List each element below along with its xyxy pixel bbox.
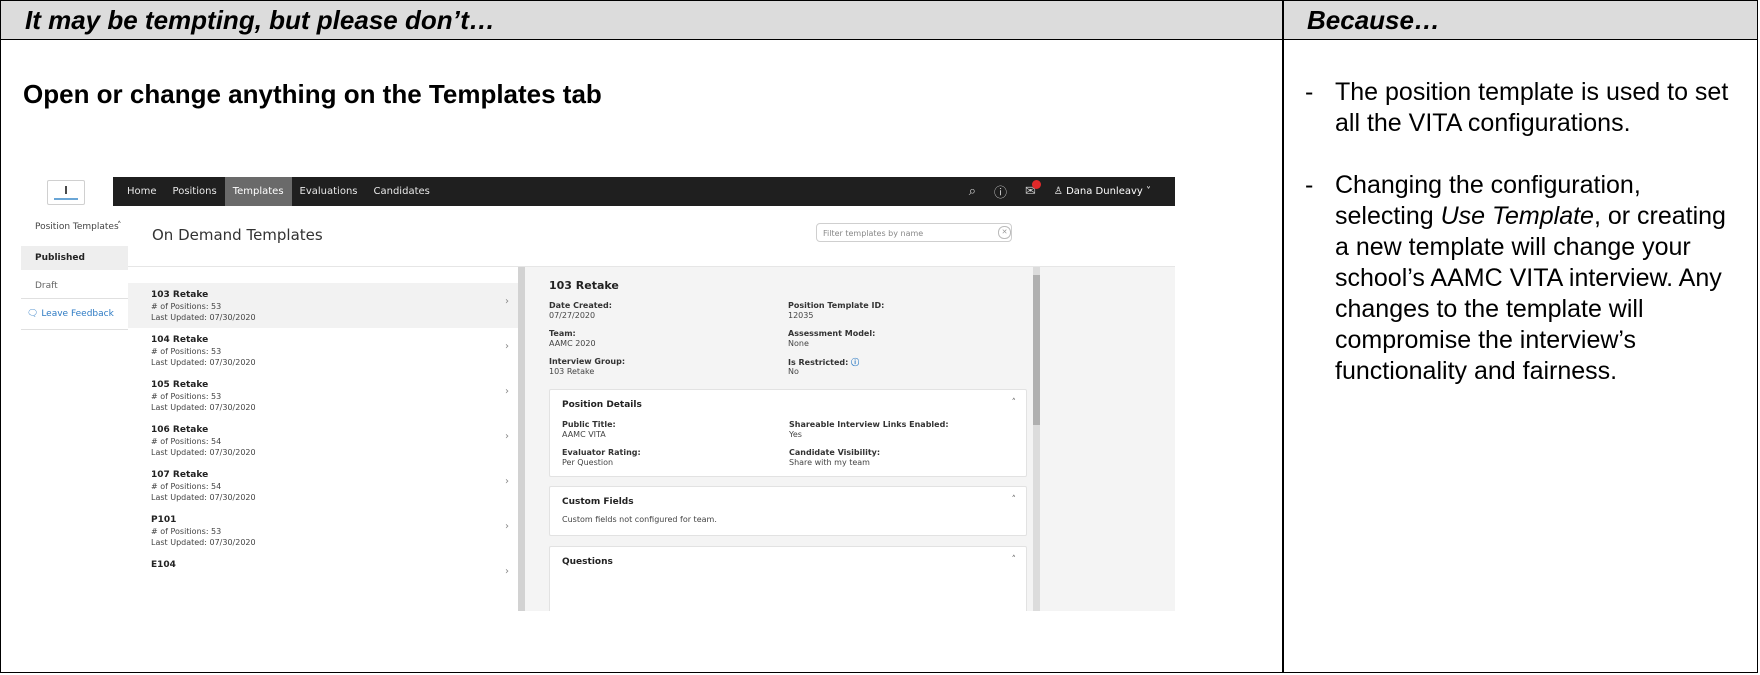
nav-positions[interactable]: Positions <box>165 177 225 206</box>
page-title: On Demand Templates <box>152 226 323 244</box>
detail-scrollbar[interactable] <box>1033 267 1040 611</box>
chevron-up-icon: ˄ <box>117 221 122 231</box>
questions-card: Questions ˄ <box>549 546 1027 611</box>
list-item[interactable]: P101 # of Positions: 53 Last Updated: 07… <box>128 508 518 553</box>
sidebar-item-draft[interactable]: Draft <box>35 281 58 291</box>
field-value: No <box>788 367 799 376</box>
because-text-em: Use Template <box>1440 202 1594 230</box>
field-label: Team: <box>549 329 576 338</box>
nav-candidates[interactable]: Candidates <box>366 177 438 206</box>
because-item: - The position template is used to set a… <box>1303 77 1743 139</box>
template-list: 103 Retake # of Positions: 53 Last Updat… <box>128 267 518 611</box>
field-label: Assessment Model: <box>788 329 876 338</box>
feedback-icon: 🗨 <box>27 309 39 319</box>
list-item[interactable]: 104 Retake # of Positions: 53 Last Updat… <box>128 328 518 373</box>
header-dont: It may be tempting, but please don’t… <box>25 5 495 35</box>
guidance-table: It may be tempting, but please don’t… Be… <box>0 0 1758 673</box>
column-divider <box>1282 1 1284 672</box>
chevron-right-icon: › <box>505 431 509 442</box>
field-value: 12035 <box>788 311 814 320</box>
list-scrollbar[interactable] <box>518 267 525 611</box>
list-dash: - <box>1305 171 1314 199</box>
clear-icon[interactable]: ✕ <box>998 226 1011 239</box>
notification-badge <box>1031 180 1041 189</box>
chevron-right-icon: › <box>505 296 509 307</box>
logo-area <box>21 177 113 206</box>
template-detail: 103 Retake Date Created: 07/27/2020 Posi… <box>525 267 1175 611</box>
scrollbar-thumb[interactable] <box>1033 275 1040 425</box>
position-details-card: Position Details ˄ Public Title: AAMC VI… <box>549 389 1027 477</box>
chevron-up-icon[interactable]: ˄ <box>1012 398 1017 408</box>
chevron-right-icon: › <box>505 476 509 487</box>
main-nav: Home Positions Templates Evaluations Can… <box>119 177 438 206</box>
user-menu[interactable]: ♙ Dana Dunleavy ˅ <box>1054 186 1151 197</box>
header-because: Because… <box>1307 5 1440 35</box>
chevron-up-icon[interactable]: ˄ <box>1012 495 1017 505</box>
field-label: Interview Group: <box>549 357 626 366</box>
field-value: None <box>788 339 809 348</box>
table-header-row: It may be tempting, but please don’t… Be… <box>1 1 1757 40</box>
divider <box>21 298 128 299</box>
app-logo[interactable] <box>47 180 85 205</box>
field-value: AAMC 2020 <box>549 339 596 348</box>
field-label: Position Template ID: <box>788 301 885 310</box>
nav-templates[interactable]: Templates <box>224 177 292 206</box>
notification-icon[interactable]: ✉ <box>1025 180 1041 199</box>
list-item[interactable]: 103 Retake # of Positions: 53 Last Updat… <box>128 283 518 328</box>
top-icons: ⌕ ⓘ ✉ ♙ Dana Dunleavy ˅ <box>969 177 1151 206</box>
chevron-right-icon: › <box>505 341 509 352</box>
because-item: - Changing the configuration, selecting … <box>1303 170 1743 387</box>
chevron-up-icon[interactable]: ˄ <box>1012 555 1017 565</box>
list-item[interactable]: 105 Retake # of Positions: 53 Last Updat… <box>128 373 518 418</box>
divider <box>21 329 128 330</box>
field-label: Date Created: <box>549 301 612 310</box>
sidebar-item-published[interactable]: Published <box>21 246 128 270</box>
chevron-right-icon: › <box>505 566 509 577</box>
filter-input[interactable]: Filter templates by name <box>816 223 1012 242</box>
detail-title: 103 Retake <box>549 279 619 292</box>
search-icon[interactable]: ⌕ <box>969 184 976 199</box>
list-item[interactable]: 106 Retake # of Positions: 54 Last Updat… <box>128 418 518 463</box>
sidebar: Position Templates ˄ Published Draft 🗨 L… <box>21 206 129 611</box>
nav-evaluations[interactable]: Evaluations <box>292 177 366 206</box>
list-dash: - <box>1305 78 1314 106</box>
app-top-bar: Home Positions Templates Evaluations Can… <box>21 177 1175 206</box>
leave-feedback-link[interactable]: 🗨 Leave Feedback <box>27 309 114 319</box>
embedded-screenshot: Home Positions Templates Evaluations Can… <box>21 177 1175 611</box>
field-value: 103 Retake <box>549 367 595 376</box>
help-icon[interactable]: ⓘ <box>994 182 1007 201</box>
because-text: The position template is used to set all… <box>1335 78 1729 137</box>
list-item[interactable]: 107 Retake # of Positions: 54 Last Updat… <box>128 463 518 508</box>
custom-fields-card: Custom Fields ˄ Custom fields not config… <box>549 486 1027 536</box>
chevron-right-icon: › <box>505 521 509 532</box>
because-list: - The position template is used to set a… <box>1303 77 1743 418</box>
nav-home[interactable]: Home <box>119 177 165 206</box>
page-header: On Demand Templates Filter templates by … <box>128 206 1175 267</box>
list-item[interactable]: E104 › <box>128 553 518 598</box>
info-icon[interactable]: ⓘ <box>851 358 859 367</box>
rule-text: Open or change anything on the Templates… <box>23 79 602 109</box>
chevron-right-icon: › <box>505 386 509 397</box>
field-value: 07/27/2020 <box>549 311 596 320</box>
